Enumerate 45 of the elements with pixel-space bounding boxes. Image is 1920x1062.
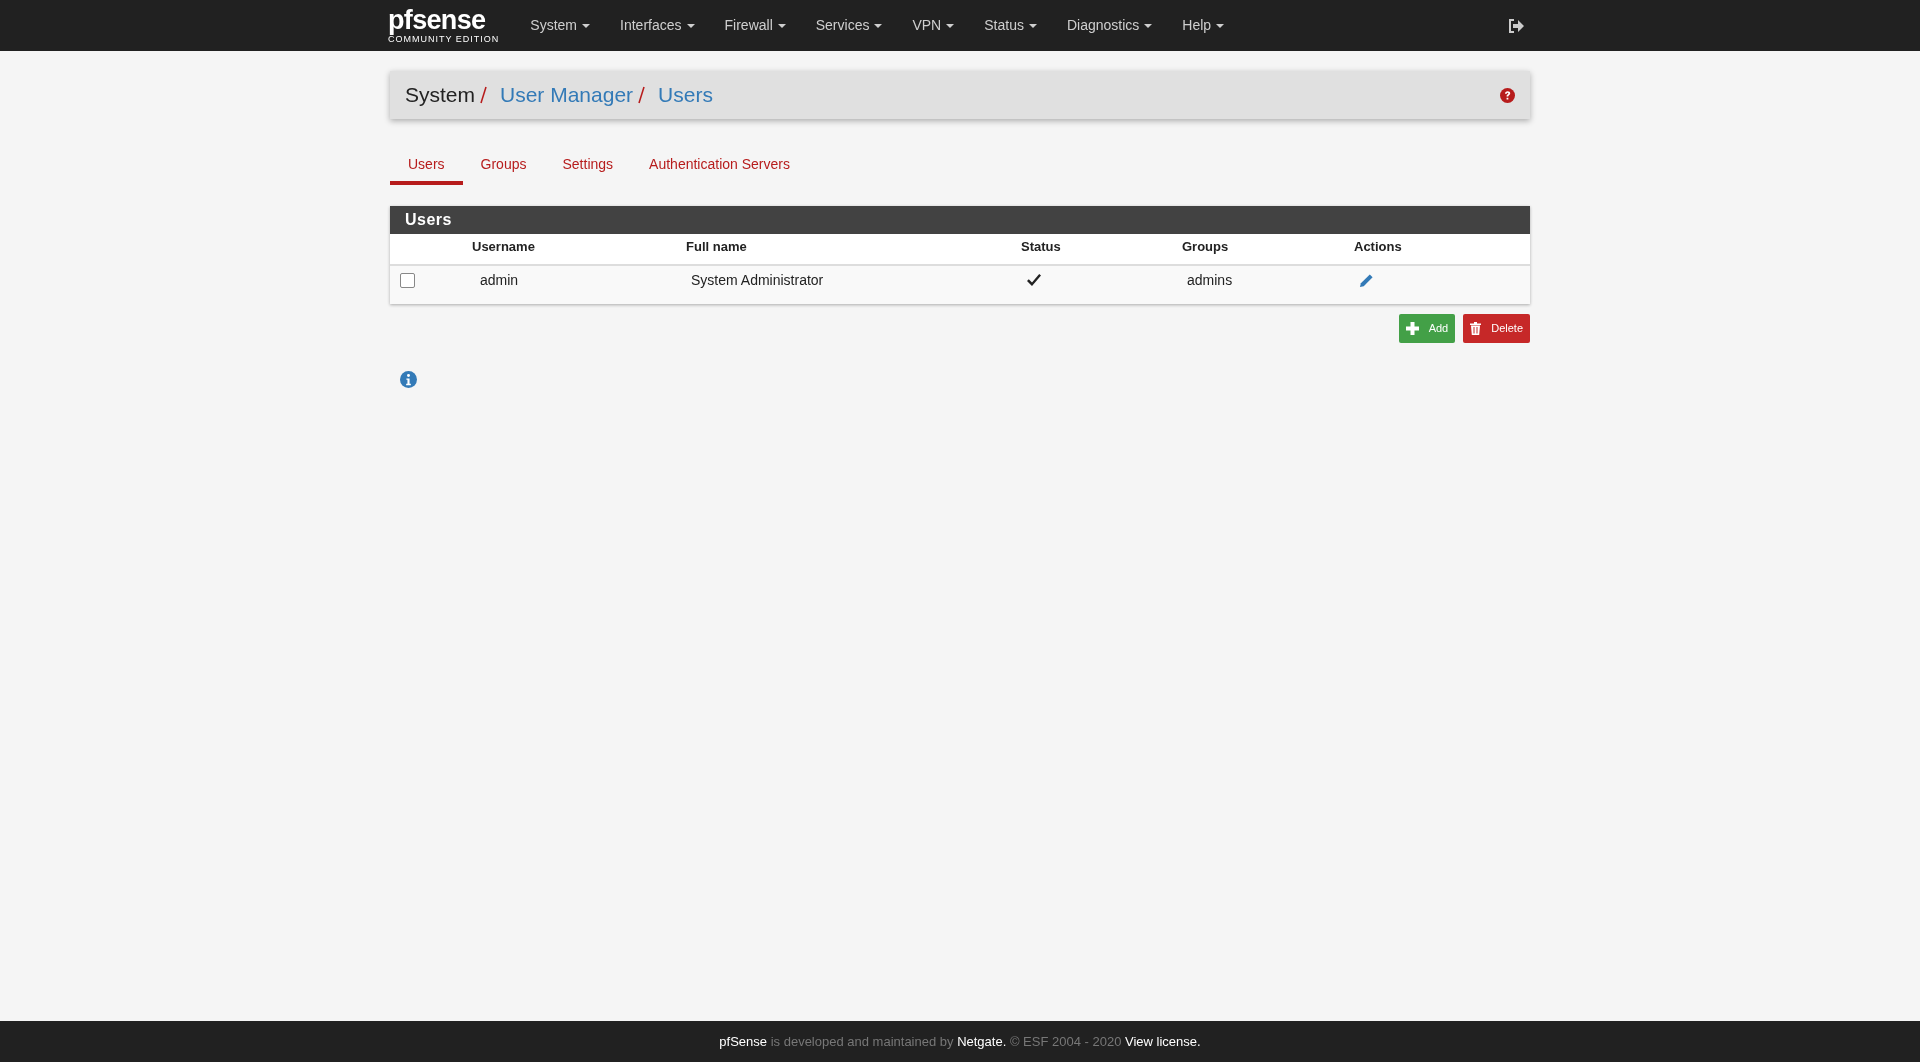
nav-menu[interactable]: Firewall (709, 0, 801, 51)
tab[interactable]: Users (390, 148, 463, 185)
slash-icon (479, 86, 488, 104)
breadcrumb-text: System (405, 82, 475, 109)
nav-menu[interactable]: Status (969, 0, 1052, 51)
column-header: Groups (1182, 237, 1230, 256)
tab[interactable]: Authentication Servers (631, 148, 808, 185)
tab[interactable]: Settings (544, 148, 632, 185)
caret-icon (686, 23, 695, 28)
plus-icon (1405, 322, 1419, 335)
column-header: Full name (686, 237, 748, 256)
table-cell-text: admins (1186, 271, 1234, 291)
column-header: Status (1021, 237, 1062, 256)
footer-text: pfSense is developed and maintained by Netgate. © ESF 2004 - 2020 View license. (719, 1032, 1201, 1051)
delete-button[interactable]: Delete (1463, 314, 1530, 343)
column-header: Actions (1354, 237, 1403, 256)
table-cell-text: System Administrator (690, 271, 825, 291)
table-cell-text: admin (479, 271, 520, 291)
nav-menu[interactable]: Diagnostics (1051, 0, 1168, 51)
info-icon[interactable] (400, 371, 417, 388)
caret-icon (1028, 23, 1037, 28)
footer-link[interactable]: Netgate. (957, 1033, 1007, 1049)
nav-menu[interactable]: Services (800, 0, 898, 51)
column-header: Username (472, 237, 536, 256)
nav-menu[interactable]: VPN (897, 0, 970, 51)
caret-icon (946, 23, 955, 28)
nav-menu[interactable]: Interfaces (605, 0, 710, 51)
caret-icon (874, 23, 883, 28)
caret-icon (582, 23, 591, 28)
slash-icon (637, 86, 647, 104)
pencil-icon[interactable] (1359, 273, 1374, 289)
row-checkbox[interactable] (400, 273, 415, 289)
footer-link[interactable]: pfSense (719, 1033, 768, 1049)
logo-subtitle: COMMUNITY EDITION (388, 35, 500, 44)
nav-menu[interactable]: System (515, 0, 606, 51)
caret-icon (1144, 23, 1153, 28)
caret-icon (777, 23, 786, 28)
tab[interactable]: Groups (462, 148, 545, 185)
help-icon[interactable] (1500, 87, 1515, 103)
caret-icon (1216, 23, 1225, 28)
footer-link[interactable]: View license. (1125, 1033, 1201, 1049)
logout-icon[interactable] (1508, 18, 1524, 33)
nav-menu[interactable]: Help (1167, 0, 1240, 51)
trash-icon (1470, 322, 1482, 335)
panel-title: Users (390, 206, 1530, 234)
